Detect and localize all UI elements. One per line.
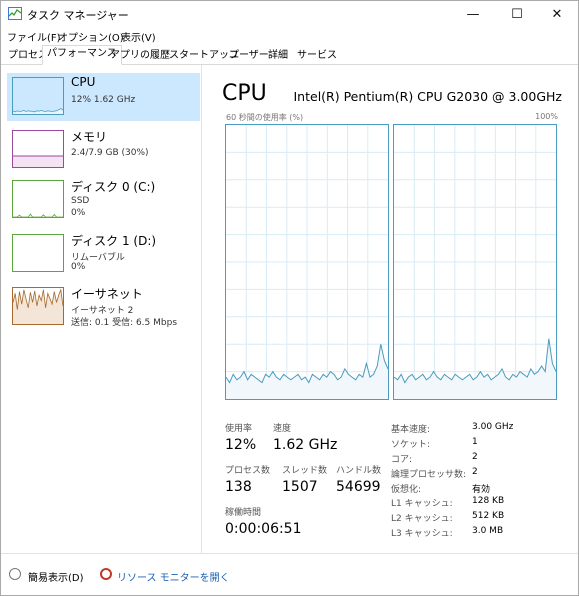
cores-value: 2 (472, 452, 478, 462)
sidebar-item-label: ディスク 1 (D:) (71, 234, 157, 248)
maximize-icon: ☐ (511, 6, 523, 22)
task-manager-icon (8, 7, 22, 20)
window-title: タスク マネージャー (27, 9, 129, 22)
logical-processors-value: 2 (472, 467, 478, 477)
l3-cache-label: L3 キャッシュ: (391, 529, 453, 539)
virtualization-label: 仮想化: (391, 485, 422, 495)
disk0-thumbnail-graph (12, 180, 64, 218)
chevron-up-icon[interactable] (9, 568, 21, 580)
sidebar-item-usage: 0% (71, 208, 86, 218)
sockets-label: ソケット: (391, 440, 431, 450)
l1-cache-label: L1 キャッシュ: (391, 499, 453, 509)
sidebar-item-label: CPU (71, 75, 96, 89)
ethernet-thumb-series-area (13, 289, 63, 324)
sidebar-item-detail: SSD (71, 196, 90, 206)
l2-cache-label: L2 キャッシュ: (391, 514, 453, 524)
thread-count-label: スレッド数 (282, 466, 328, 476)
base-speed-value: 3.00 GHz (472, 422, 514, 432)
menu-bar: ファイル(F) オプション(O) 表示(V) (1, 27, 578, 45)
memory-thumbnail-graph (12, 130, 64, 168)
speed-label: 速度 (273, 424, 292, 434)
cpu-core0-graph (225, 124, 389, 400)
logical-processors-label: 論理プロセッサ数: (391, 470, 467, 480)
close-button[interactable]: ✕ (536, 1, 578, 27)
cpu-core1-graph (393, 124, 557, 400)
cpu-thumb-series-line (13, 108, 63, 113)
tab-strip: プロセス パフォーマンス アプリの履歴 スタートアップ ユーザー 詳細 サービス (1, 45, 578, 65)
base-speed-label: 基本速度: (391, 425, 431, 435)
process-count-label: プロセス数 (225, 466, 271, 476)
minimize-button[interactable]: — (452, 1, 494, 27)
sockets-value: 1 (472, 437, 478, 447)
l3-cache-value: 3.0 MB (472, 526, 504, 536)
sidebar-item-disk1[interactable]: ディスク 1 (D:) リムーバブル 0% (7, 230, 200, 278)
cpu-model: Intel(R) Pentium(R) CPU G2030 @ 3.00GHz (293, 89, 563, 104)
sidebar-item-detail: 12% 1.62 GHz (71, 95, 136, 105)
sidebar-item-disk0[interactable]: ディスク 0 (C:) SSD 0% (7, 176, 200, 224)
sidebar-item-cpu[interactable]: CPU 12% 1.62 GHz (7, 73, 200, 121)
usage-label: 使用率 (225, 424, 253, 434)
usage-value: 12% (225, 437, 257, 453)
performance-panel: CPU Intel(R) Pentium(R) CPU G2030 @ 3.00… (202, 65, 578, 553)
ethernet-thumbnail-graph (12, 287, 64, 325)
sidebar-item-label: ディスク 0 (C:) (71, 180, 156, 194)
sidebar-item-detail: 2.4/7.9 GB (30%) (71, 148, 149, 158)
sidebar-item-label: メモリ (71, 130, 108, 144)
sidebar-item-usage: 0% (71, 262, 86, 272)
uptime-label: 稼働時間 (225, 508, 262, 518)
minimize-icon: — (466, 6, 480, 22)
close-icon: ✕ (551, 6, 563, 22)
fewer-details-link[interactable]: 簡易表示(D) (28, 569, 84, 584)
sidebar-item-label: イーサネット (71, 287, 143, 301)
graph-time-label: 60 秒間の使用率 (%) (226, 113, 304, 122)
l1-cache-value: 128 KB (472, 496, 505, 506)
title-bar: タスク マネージャー — ☐ ✕ (1, 1, 578, 27)
tab-services[interactable]: サービス (292, 47, 342, 63)
resource-sidebar: CPU 12% 1.62 GHz メモリ 2.4/7.9 GB (30%) ディ… (1, 65, 202, 553)
process-count-value: 138 (225, 479, 252, 495)
speed-value: 1.62 GHz (273, 437, 338, 453)
resource-monitor-icon (100, 568, 112, 580)
resource-monitor-link[interactable]: リソース モニターを開く (117, 569, 230, 584)
sidebar-item-throughput: 送信: 0.1 受信: 6.5 Mbps (71, 318, 178, 328)
disk1-thumbnail-graph (12, 234, 64, 272)
page-title: CPU (222, 81, 267, 106)
virtualization-value: 有効 (472, 485, 491, 495)
cores-label: コア: (391, 455, 413, 465)
menu-options[interactable]: オプション(O) (58, 29, 124, 44)
sidebar-item-memory[interactable]: メモリ 2.4/7.9 GB (30%) (7, 126, 200, 174)
handle-count-value: 54699 (336, 479, 381, 495)
uptime-value: 0:00:06:51 (225, 521, 302, 537)
footer-bar: 簡易表示(D) リソース モニターを開く (1, 553, 578, 595)
maximize-button[interactable]: ☐ (496, 1, 538, 27)
menu-view[interactable]: 表示(V) (121, 29, 156, 44)
cpu-thumbnail-graph (12, 77, 64, 115)
thread-count-value: 1507 (282, 479, 318, 495)
l2-cache-value: 512 KB (472, 511, 505, 521)
task-manager-window: タスク マネージャー — ☐ ✕ ファイル(F) オプション(O) 表示(V) … (0, 0, 579, 596)
handle-count-label: ハンドル数 (336, 466, 382, 476)
tab-details[interactable]: 詳細 (263, 47, 293, 63)
sidebar-item-ethernet[interactable]: イーサネット イーサネット 2 送信: 0.1 受信: 6.5 Mbps (7, 283, 200, 331)
graph-max-label: 100% (535, 112, 558, 121)
menu-file[interactable]: ファイル(F) (7, 29, 61, 44)
